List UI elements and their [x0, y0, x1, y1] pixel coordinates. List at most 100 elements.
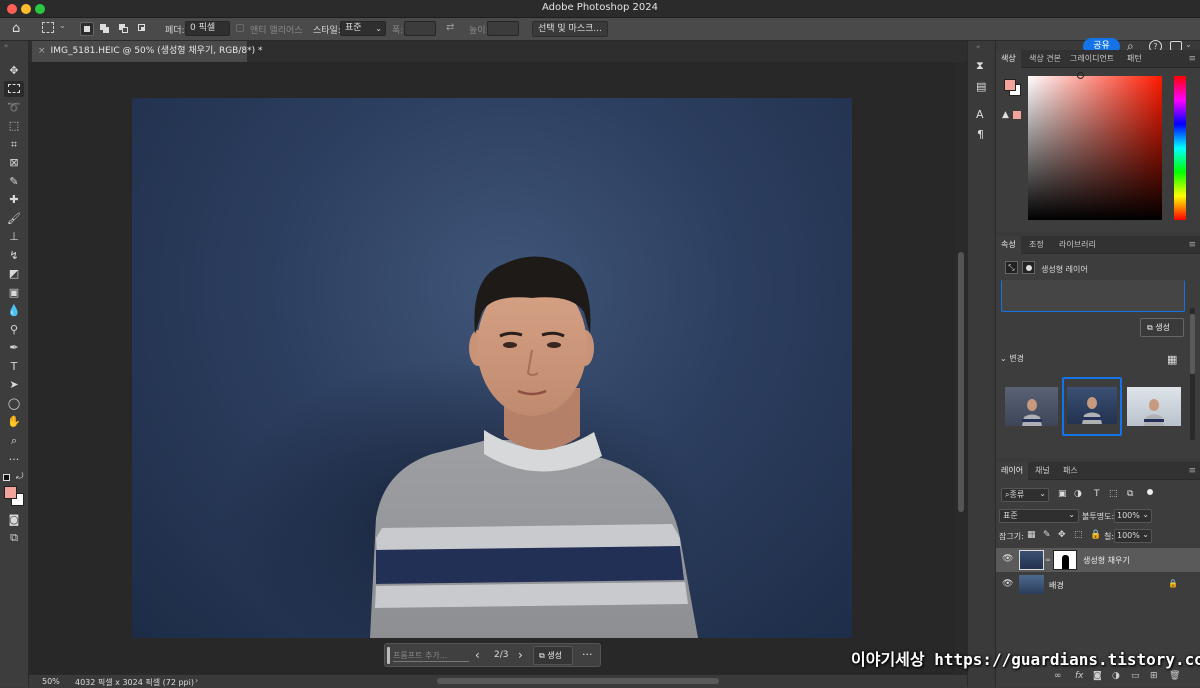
lock-position-icon[interactable]: ✥: [1058, 530, 1066, 540]
horizontal-scrollbar-thumb[interactable]: [437, 678, 719, 684]
character-panel-icon[interactable]: A: [976, 108, 984, 121]
layer-name[interactable]: 배경: [1049, 580, 1064, 591]
scrollbar-thumb[interactable]: [958, 252, 964, 512]
variations-section-toggle[interactable]: ⌄ 변경: [1000, 353, 1024, 364]
swap-colors-icon[interactable]: ⤾: [16, 472, 24, 482]
zoom-tool-icon[interactable]: ⌕: [4, 433, 24, 449]
fill-input[interactable]: 100% ⌄: [1114, 529, 1152, 543]
swap-width-height-icon[interactable]: ⇄: [446, 22, 454, 33]
dodge-tool-icon[interactable]: ⚲: [4, 322, 24, 338]
color-field[interactable]: [1028, 76, 1162, 220]
healing-brush-tool-icon[interactable]: ✚: [4, 192, 24, 208]
link-icon[interactable]: ∞: [1045, 556, 1051, 564]
layer-row-background[interactable]: 👁 배경 🔒: [996, 574, 1200, 596]
layer-row-generative-fill[interactable]: 👁 ∞ 생성형 채우기: [996, 548, 1200, 572]
type-tool-icon[interactable]: T: [4, 359, 24, 375]
panel-menu-icon[interactable]: ≡: [1188, 466, 1196, 476]
link-layers-icon[interactable]: ∞: [1054, 671, 1062, 681]
object-selection-tool-icon[interactable]: ⬚: [4, 118, 24, 134]
delete-layer-icon[interactable]: 🗑: [1169, 671, 1180, 681]
layer-filter-select[interactable]: ⌕종류 ⌄: [1001, 488, 1049, 502]
intersect-selection-icon[interactable]: [136, 22, 150, 36]
variation-thumbnail-2[interactable]: [1062, 377, 1122, 436]
collapse-toolbar-icon[interactable]: »: [4, 42, 8, 50]
history-brush-tool-icon[interactable]: ↯: [4, 248, 24, 264]
pen-tool-icon[interactable]: ✒: [4, 340, 24, 356]
foreground-color-swatch[interactable]: [4, 486, 17, 499]
paragraph-panel-icon[interactable]: ¶: [977, 128, 984, 141]
more-options-icon[interactable]: ···: [582, 648, 593, 661]
filter-smart-object-icon[interactable]: ⧉: [1127, 489, 1133, 499]
document-tab[interactable]: × IMG_5181.HEIC @ 50% (생성형 채우기, RGB/8*) *: [32, 41, 263, 62]
color-picker-ring[interactable]: [1077, 72, 1084, 79]
filter-shape-icon[interactable]: ⬚: [1109, 489, 1118, 499]
history-panel-icon[interactable]: ⧗: [976, 59, 984, 73]
prompt-input[interactable]: 프롬프트 추가...: [393, 650, 473, 661]
comments-panel-icon[interactable]: ▤: [976, 80, 986, 93]
tab-libraries[interactable]: 라이브러리: [1054, 236, 1101, 254]
tab-channels[interactable]: 채널: [1030, 462, 1055, 480]
variation-thumbnail-3[interactable]: [1127, 387, 1181, 426]
eraser-tool-icon[interactable]: ◩: [4, 266, 24, 282]
prompt-textarea[interactable]: [1001, 280, 1185, 312]
lock-all-icon[interactable]: 🔒: [1090, 530, 1101, 540]
tab-paths[interactable]: 패스: [1058, 462, 1083, 480]
tab-properties[interactable]: 속성: [996, 236, 1021, 254]
home-icon[interactable]: ⌂: [12, 21, 20, 36]
tab-gradients[interactable]: 그레이디언트: [1065, 50, 1119, 68]
filter-type-icon[interactable]: T: [1094, 489, 1100, 499]
tab-layers[interactable]: 레이어: [996, 462, 1029, 480]
close-tab-icon[interactable]: ×: [38, 46, 46, 56]
new-layer-icon[interactable]: ⊞: [1150, 671, 1158, 681]
generate-button[interactable]: ⧉ 생성: [533, 646, 573, 665]
tab-patterns[interactable]: 패턴: [1122, 50, 1147, 68]
tab-swatches[interactable]: 색상 견본: [1024, 50, 1066, 68]
width-input[interactable]: [404, 21, 436, 36]
default-colors-icon[interactable]: [3, 474, 10, 481]
lock-artboard-icon[interactable]: ⬚: [1074, 530, 1083, 540]
new-group-icon[interactable]: ▭: [1131, 671, 1140, 681]
antialias-checkbox[interactable]: [236, 24, 244, 32]
path-selection-tool-icon[interactable]: ➤: [4, 377, 24, 393]
chevron-down-icon[interactable]: ⌄: [59, 21, 66, 30]
move-tool-icon[interactable]: ✥: [4, 63, 24, 79]
foreground-color-swatch[interactable]: [1004, 79, 1016, 91]
subtract-from-selection-icon[interactable]: [117, 22, 131, 36]
properties-scrollbar[interactable]: [1190, 308, 1195, 440]
panel-menu-icon[interactable]: ≡: [1188, 54, 1196, 64]
gradient-tool-icon[interactable]: ▣: [4, 285, 24, 301]
canvas-area[interactable]: [29, 62, 967, 674]
gamut-color-swatch[interactable]: [1013, 111, 1021, 119]
next-variation-icon[interactable]: ›: [518, 648, 523, 662]
clone-stamp-tool-icon[interactable]: ⊥: [4, 229, 24, 245]
select-and-mask-button[interactable]: 선택 및 마스크...: [532, 21, 608, 37]
previous-variation-icon[interactable]: ‹: [475, 648, 480, 662]
hue-slider[interactable]: [1174, 76, 1186, 220]
canvas-vertical-scrollbar[interactable]: [955, 62, 967, 674]
layer-style-icon[interactable]: fx: [1075, 671, 1084, 681]
screen-mode-icon[interactable]: ⧉: [4, 530, 24, 546]
eyedropper-tool-icon[interactable]: ✎: [4, 174, 24, 190]
panel-menu-icon[interactable]: ≡: [1188, 240, 1196, 250]
drag-handle[interactable]: [387, 647, 390, 664]
frame-tool-icon[interactable]: ⊠: [4, 155, 24, 171]
filter-toggle-icon[interactable]: [1147, 489, 1153, 495]
crop-tool-icon[interactable]: ⌗: [4, 137, 24, 153]
feather-input[interactable]: 0 픽셀: [185, 21, 230, 36]
new-selection-icon[interactable]: [80, 22, 94, 36]
quick-mask-icon[interactable]: ◙: [4, 512, 24, 528]
adjustment-layer-icon[interactable]: ◑: [1112, 671, 1120, 681]
height-input[interactable]: [487, 21, 519, 36]
rectangular-marquee-tool-icon[interactable]: [4, 81, 24, 97]
tab-color[interactable]: 색상: [996, 50, 1021, 68]
add-mask-icon[interactable]: ◙: [1093, 671, 1102, 681]
grid-view-icon[interactable]: ▦: [1167, 353, 1177, 366]
chevron-down-icon[interactable]: ⌄: [1185, 40, 1192, 49]
blend-mode-select[interactable]: 표준 ⌄: [999, 509, 1079, 523]
tab-adjustments[interactable]: 조정: [1024, 236, 1049, 254]
lock-transparent-icon[interactable]: ▦: [1027, 530, 1036, 540]
marquee-tool-preset-icon[interactable]: [42, 22, 54, 33]
zoom-level[interactable]: 50%: [42, 677, 60, 686]
eye-icon[interactable]: 👁: [1002, 579, 1013, 589]
filter-adjustment-icon[interactable]: ◑: [1074, 489, 1082, 499]
